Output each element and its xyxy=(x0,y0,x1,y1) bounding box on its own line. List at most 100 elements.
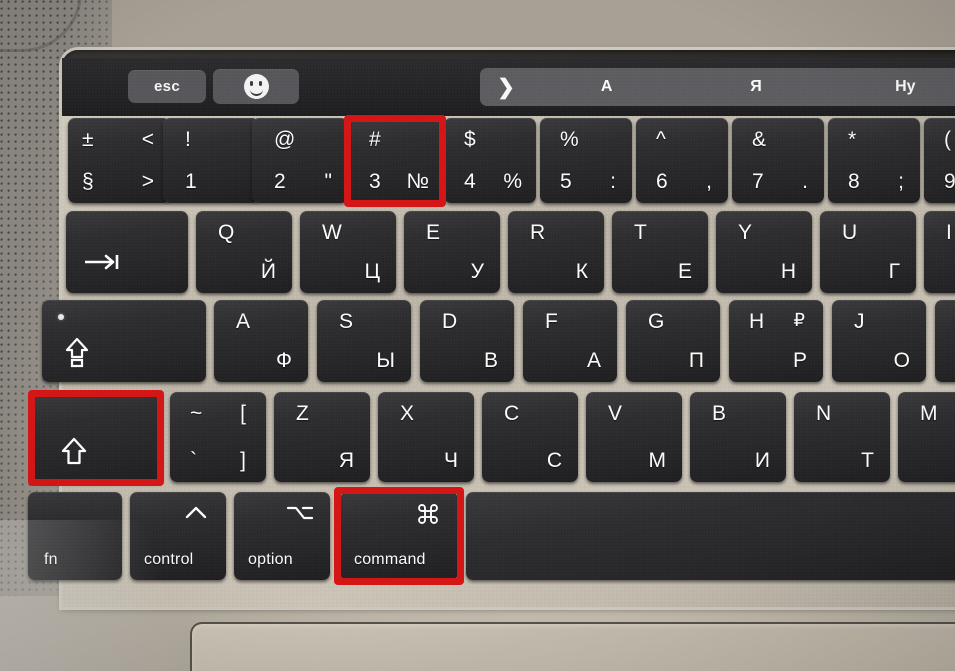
key-3[interactable]: # 3 № xyxy=(349,118,441,203)
key-d-legend-cyrillic: В xyxy=(483,349,498,372)
key-m[interactable]: M Ь xyxy=(898,392,955,482)
key-4-legend-br: % xyxy=(503,170,522,193)
key-d[interactable]: D В xyxy=(420,300,514,382)
key-backtick[interactable]: ~ [ ` ] xyxy=(170,392,266,482)
touchbar-emoji-button[interactable] xyxy=(213,69,299,104)
key-b[interactable]: B И xyxy=(690,392,786,482)
key-6[interactable]: ^ 6 , xyxy=(636,118,728,203)
touchbar-prediction-bar[interactable]: ❯ А Я Ну xyxy=(480,68,955,106)
key-7-legend-tl: & xyxy=(752,128,767,151)
key-b-legend-latin: B xyxy=(712,402,727,425)
key-t[interactable]: T Е xyxy=(612,211,708,293)
key-section-legend-br: > xyxy=(141,170,154,193)
screenshot-root: esc ❯ А Я Ну ± < § > ! 1 @ 2 " # 3 № $ 4 xyxy=(0,0,955,671)
touchbar-suggestion-3[interactable]: Ну xyxy=(831,78,955,96)
key-b-legend-cyrillic: И xyxy=(754,449,770,472)
key-m-legend-latin: M xyxy=(920,402,938,425)
key-s-legend-latin: S xyxy=(339,310,354,333)
key-8-legend-bl: 8 xyxy=(848,170,860,193)
key-k[interactable]: K xyxy=(935,300,955,382)
smiley-face-icon xyxy=(243,74,269,99)
key-fn[interactable]: fn xyxy=(28,492,122,580)
trackpad[interactable] xyxy=(190,622,955,671)
key-e[interactable]: E У xyxy=(404,211,500,293)
key-1[interactable]: ! 1 xyxy=(163,118,259,203)
key-6-legend-br: , xyxy=(706,170,712,193)
key-5-legend-tl: % xyxy=(560,128,579,151)
key-3-legend-tl: # xyxy=(369,128,381,151)
shift-arrow-icon xyxy=(60,436,88,466)
key-8-legend-tl: * xyxy=(848,128,857,151)
key-g[interactable]: G П xyxy=(626,300,720,382)
key-1-legend-bl: 1 xyxy=(185,170,197,193)
key-r-legend-latin: R xyxy=(530,221,546,244)
touch-bar[interactable]: esc ❯ А Я Ну xyxy=(62,58,955,116)
key-4[interactable]: $ 4 % xyxy=(444,118,536,203)
key-x[interactable]: X Ч xyxy=(378,392,474,482)
key-v[interactable]: V М xyxy=(586,392,682,482)
key-5-legend-bl: 5 xyxy=(560,170,572,193)
key-8[interactable]: * 8 ; xyxy=(828,118,920,203)
key-j-legend-cyrillic: О xyxy=(893,349,910,372)
key-q-legend-latin: Q xyxy=(218,221,235,244)
key-f-legend-latin: F xyxy=(545,310,558,333)
control-caret-icon xyxy=(184,504,208,520)
key-t-legend-latin: T xyxy=(634,221,647,244)
key-y[interactable]: Y Н xyxy=(716,211,812,293)
key-control[interactable]: control xyxy=(130,492,226,580)
key-7[interactable]: & 7 . xyxy=(732,118,824,203)
key-a[interactable]: A Ф xyxy=(214,300,308,382)
key-q[interactable]: Q Й xyxy=(196,211,292,293)
key-a-legend-latin: A xyxy=(236,310,251,333)
key-shift[interactable] xyxy=(34,392,162,482)
key-y-legend-cyrillic: Н xyxy=(780,260,796,283)
key-2[interactable]: @ 2 " xyxy=(252,118,348,203)
key-y-legend-latin: Y xyxy=(738,221,753,244)
touchbar-suggestion-2[interactable]: Я xyxy=(681,78,830,96)
key-z[interactable]: Z Я xyxy=(274,392,370,482)
key-c-legend-latin: C xyxy=(504,402,520,425)
key-u[interactable]: U Г xyxy=(820,211,916,293)
touchbar-esc-button[interactable]: esc xyxy=(128,70,206,103)
key-w[interactable]: W Ц xyxy=(300,211,396,293)
key-2-legend-tl: @ xyxy=(274,128,296,151)
key-i[interactable]: I Ш xyxy=(924,211,955,293)
key-c[interactable]: C С xyxy=(482,392,578,482)
command-glyph-icon xyxy=(416,502,440,526)
key-5[interactable]: % 5 : xyxy=(540,118,632,203)
key-3-legend-br: № xyxy=(406,170,429,193)
key-9-legend-tl: ( xyxy=(944,128,951,151)
key-s[interactable]: S Ы xyxy=(317,300,411,382)
key-caps-lock[interactable] xyxy=(42,300,206,382)
key-option-label: option xyxy=(248,551,293,568)
key-backtick-legend-tl: ~ xyxy=(190,402,203,425)
key-u-legend-cyrillic: Г xyxy=(888,260,900,283)
key-section[interactable]: ± < § > xyxy=(68,118,170,203)
key-option[interactable]: option xyxy=(234,492,330,580)
key-h-legend-latin: H xyxy=(749,310,765,333)
caps-lock-indicator xyxy=(58,314,64,320)
key-tab[interactable] xyxy=(66,211,188,293)
key-8-legend-br: ; xyxy=(898,170,904,193)
key-f[interactable]: F А xyxy=(523,300,617,382)
key-n[interactable]: N Т xyxy=(794,392,890,482)
chevron-right-icon[interactable]: ❯ xyxy=(480,77,532,98)
key-9[interactable]: ( 9 xyxy=(924,118,955,203)
key-command[interactable]: command xyxy=(340,492,458,580)
key-2-legend-br: " xyxy=(324,170,332,193)
key-1-legend-tl: ! xyxy=(185,128,191,151)
key-space[interactable] xyxy=(466,492,955,580)
key-h-legend-ruble: ₽ xyxy=(793,310,805,330)
key-g-legend-cyrillic: П xyxy=(688,349,704,372)
key-r[interactable]: R К xyxy=(508,211,604,293)
key-e-legend-latin: E xyxy=(426,221,441,244)
caps-lock-icon xyxy=(64,336,90,368)
key-z-legend-latin: Z xyxy=(296,402,309,425)
key-j[interactable]: J О xyxy=(832,300,926,382)
key-h[interactable]: H ₽ Р xyxy=(729,300,823,382)
touchbar-suggestion-1[interactable]: А xyxy=(532,78,681,96)
key-q-legend-cyrillic: Й xyxy=(260,260,276,283)
key-c-legend-cyrillic: С xyxy=(546,449,562,472)
key-backtick-legend-tr: [ xyxy=(240,402,246,425)
key-j-legend-latin: J xyxy=(854,310,865,333)
